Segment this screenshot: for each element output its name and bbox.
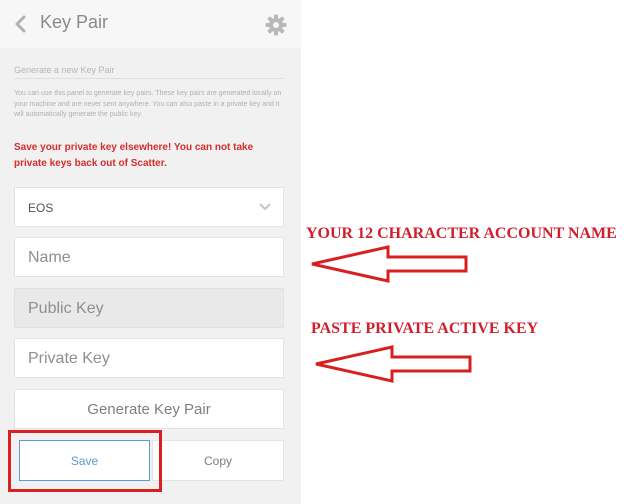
gear-icon[interactable] (264, 13, 288, 37)
private-key-input[interactable]: Private Key (14, 338, 284, 378)
back-icon[interactable] (12, 14, 30, 34)
copy-button[interactable]: Copy (152, 440, 284, 481)
divider (14, 78, 284, 79)
save-highlight-box (8, 430, 162, 492)
warning-text: Save your private key elsewhere! You can… (14, 142, 254, 169)
page-title: Key Pair (40, 12, 109, 32)
public-key-input[interactable]: Public Key (14, 288, 284, 328)
arrow-private-key-icon (315, 345, 472, 383)
header: Key Pair (0, 0, 301, 48)
arrow-name-icon (311, 245, 468, 283)
account-name-annotation: YOUR 12 CHARACTER ACCOUNT NAME (306, 225, 617, 242)
chevron-down-icon (259, 203, 271, 211)
section-title: Generate a new Key Pair (14, 65, 115, 75)
name-input[interactable]: Name (14, 237, 284, 277)
blockchain-select[interactable]: EOS (14, 187, 284, 227)
blockchain-select-value: EOS (28, 201, 54, 215)
private-key-annotation: PASTE PRIVATE ACTIVE KEY (311, 320, 539, 337)
section-description: You can use this panel to generate key p… (14, 90, 282, 118)
generate-key-pair-button[interactable]: Generate Key Pair (14, 389, 284, 429)
key-pair-panel: Key Pair Generate a new Key Pair You can… (0, 0, 301, 504)
